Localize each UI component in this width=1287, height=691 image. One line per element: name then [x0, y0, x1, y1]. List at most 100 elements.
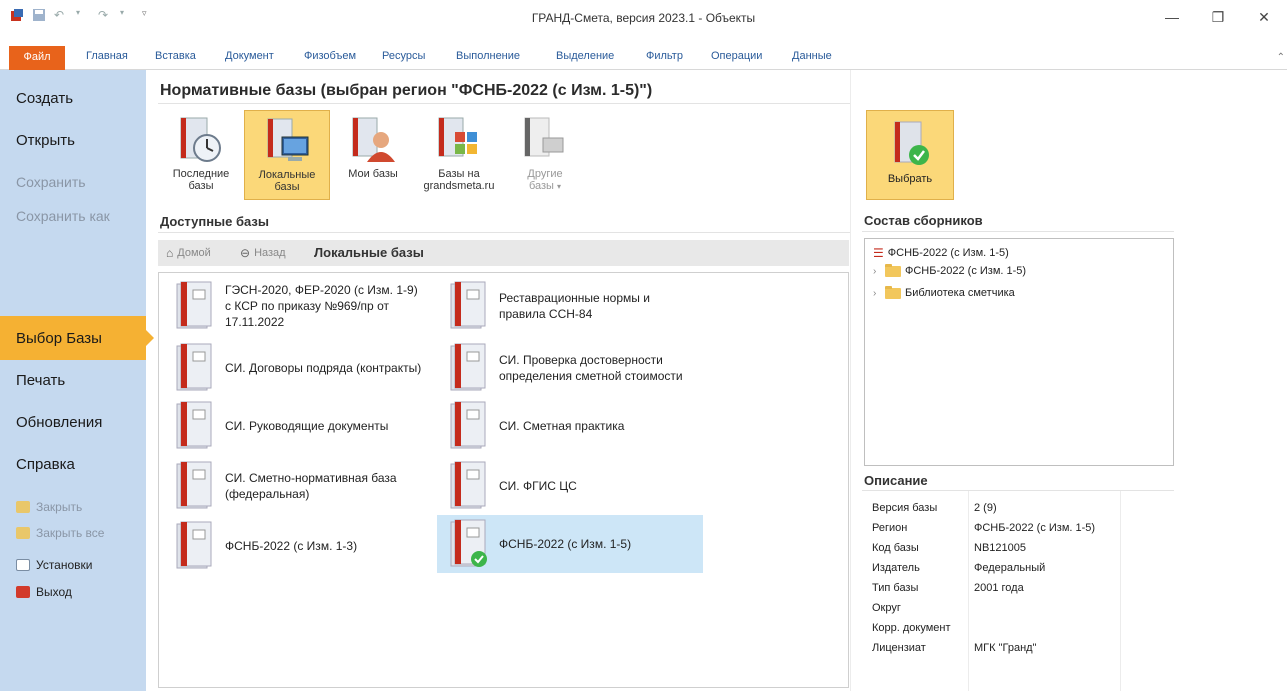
desc-key: Тип базы: [872, 582, 919, 594]
database-book-icon: [176, 401, 212, 449]
tab-volume[interactable]: Физобъем: [304, 50, 356, 62]
source-recent-label-2: базы: [188, 180, 214, 192]
database-name: ФСНБ-2022 (с Изм. 1-5): [499, 537, 632, 551]
database-book-icon: [176, 343, 212, 391]
panel-separator: [850, 70, 851, 691]
desc-value: 2001 года: [974, 582, 1024, 594]
nav-close[interactable]: Закрыть: [16, 500, 82, 514]
nav-close-label: Закрыть: [36, 500, 83, 514]
source-other-button[interactable]: Другие базы ▾: [502, 110, 588, 200]
folder-icon: [885, 263, 901, 277]
desc-key: Издатель: [872, 562, 920, 574]
list-item[interactable]: СИ. Руководящие документы: [163, 397, 429, 455]
nav-exit[interactable]: Выход: [16, 585, 72, 599]
local-bases-icon: [267, 118, 309, 161]
desc-value: 2 (9): [974, 502, 997, 514]
composition-title: Состав сборников: [864, 213, 983, 228]
database-book-check-icon: [450, 519, 487, 567]
database-name: ГЭСН-2020, ФЕР-2020 (с Изм. 1-9) с КСР п…: [225, 283, 418, 329]
chevron-right-icon[interactable]: ›: [873, 266, 881, 277]
database-name: СИ. Договоры подряда (контракты): [225, 361, 422, 375]
settings-icon: [16, 559, 30, 571]
choose-label: Выбрать: [887, 173, 933, 185]
tab-filter[interactable]: Фильтр: [646, 50, 683, 62]
list-item[interactable]: ФСНБ-2022 (с Изм. 1-3): [163, 517, 429, 575]
home-crumb-label: Домой: [177, 247, 211, 259]
tab-operations[interactable]: Операции: [711, 50, 762, 62]
source-recent-button[interactable]: Последние базы: [158, 110, 244, 200]
nav-open[interactable]: Открыть: [16, 132, 75, 149]
available-bases-title: Доступные базы: [160, 214, 269, 229]
back-icon: ⊖: [240, 246, 251, 260]
source-local-button[interactable]: Локальные базы: [244, 110, 330, 200]
tab-insert[interactable]: Вставка: [155, 50, 196, 62]
nav-exit-label: Выход: [36, 585, 72, 599]
tab-file[interactable]: Файл: [9, 46, 65, 70]
source-local-label-2: базы: [274, 181, 300, 193]
collapse-ribbon-icon[interactable]: ⌃: [1277, 52, 1285, 63]
desc-value: NB121005: [974, 542, 1026, 554]
source-my-button[interactable]: Мои базы: [330, 110, 416, 200]
tab-execution[interactable]: Выполнение: [456, 50, 520, 62]
tab-document[interactable]: Документ: [225, 50, 274, 62]
database-book-icon: [176, 461, 212, 509]
title-bar: ↶ ▾ ↷ ▾ ▿ ГРАНД-Смета, версия 2023.1 - О…: [0, 0, 1287, 40]
desc-key: Версия базы: [872, 502, 938, 514]
choose-button[interactable]: Выбрать: [866, 110, 954, 200]
tree-node[interactable]: › Библиотека сметчика: [873, 285, 1015, 299]
nav-settings[interactable]: Установки: [16, 558, 92, 572]
database-book-icon: [450, 281, 486, 329]
tab-home[interactable]: Главная: [86, 50, 128, 62]
nav-close-all[interactable]: Закрыть все: [16, 526, 104, 540]
list-item[interactable]: СИ. Проверка достоверности определения с…: [437, 339, 703, 397]
nav-close-all-label: Закрыть все: [36, 526, 105, 540]
nav-select-base[interactable]: Выбор Базы: [16, 330, 102, 347]
source-online-button[interactable]: Базы на grandsmeta.ru: [416, 110, 502, 200]
home-crumb[interactable]: ⌂ Домой: [166, 246, 211, 260]
chevron-down-icon[interactable]: ▾: [557, 182, 561, 191]
folder-close-icon: [16, 501, 30, 513]
nav-save-as[interactable]: Сохранить как: [16, 208, 126, 225]
nav-print[interactable]: Печать: [16, 372, 65, 389]
list-item-selected[interactable]: ФСНБ-2022 (с Изм. 1-5): [437, 515, 703, 573]
database-name: СИ. Сметная практика: [499, 419, 625, 433]
nav-help[interactable]: Справка: [16, 456, 75, 473]
list-item[interactable]: ГЭСН-2020, ФЕР-2020 (с Изм. 1-9) с КСР п…: [163, 277, 429, 335]
tree-node[interactable]: › ФСНБ-2022 (с Изм. 1-5): [873, 263, 1027, 277]
close-button[interactable]: ✕: [1241, 0, 1287, 34]
tree-node-root[interactable]: ☰ ФСНБ-2022 (с Изм. 1-5): [873, 246, 1009, 260]
nav-updates[interactable]: Обновления: [16, 414, 102, 431]
folder-icon: [885, 285, 901, 299]
chevron-right-icon[interactable]: ›: [873, 288, 881, 299]
list-item[interactable]: СИ. Сметно-нормативная база (федеральная…: [163, 457, 429, 515]
database-book-icon: [176, 281, 212, 329]
ribbon-tabs: Файл Главная Вставка Документ Физобъем Р…: [0, 40, 1287, 70]
desc-value: Федеральный: [974, 562, 1046, 574]
source-other-label-2: базы: [528, 180, 554, 192]
back-crumb[interactable]: ⊖ Назад: [240, 246, 286, 260]
list-item[interactable]: СИ. ФГИС ЦС: [437, 457, 703, 515]
restore-button[interactable]: ❐: [1195, 0, 1241, 34]
list-item[interactable]: СИ. Договоры подряда (контракты): [163, 339, 429, 397]
desc-key: Код базы: [872, 542, 919, 554]
list-item[interactable]: Реставрационные нормы и правила ССН-84: [437, 277, 703, 335]
minimize-button[interactable]: —: [1149, 0, 1195, 34]
tab-selection[interactable]: Выделение: [556, 50, 614, 62]
tab-data[interactable]: Данные: [792, 50, 832, 62]
tab-resources[interactable]: Ресурсы: [382, 50, 425, 62]
database-name: СИ. Сметно-нормативная база (федеральная…: [225, 471, 397, 501]
online-bases-icon: [438, 117, 477, 157]
nav-save[interactable]: Сохранить: [16, 174, 86, 190]
tree-node-label: ФСНБ-2022 (с Изм. 1-5): [905, 265, 1027, 277]
exit-icon: [16, 586, 30, 598]
nav-create[interactable]: Создать: [16, 90, 73, 107]
choose-base-icon: [894, 121, 929, 165]
composition-tree: ☰ ФСНБ-2022 (с Изм. 1-5) › ФСНБ-2022 (с …: [864, 238, 1174, 466]
database-root-icon: ☰: [873, 246, 884, 260]
current-location: Локальные базы: [314, 245, 424, 260]
desc-key: Корр. документ: [872, 622, 951, 634]
description-divider: [862, 490, 1174, 491]
list-item[interactable]: СИ. Сметная практика: [437, 397, 703, 455]
database-name: СИ. ФГИС ЦС: [499, 479, 577, 493]
desc-key: Регион: [872, 522, 908, 534]
